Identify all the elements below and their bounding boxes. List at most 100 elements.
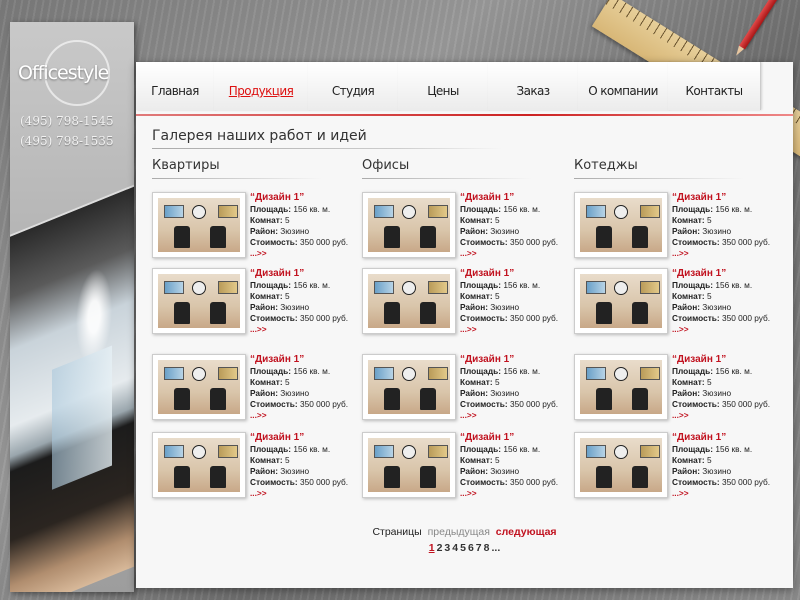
more-link[interactable]: ...>> bbox=[672, 248, 782, 259]
nav-tab-3[interactable]: Цены bbox=[398, 62, 489, 110]
district-value: Зюзино bbox=[280, 466, 310, 476]
price-label: Стоимость: bbox=[250, 477, 298, 487]
district-label: Район: bbox=[460, 466, 488, 476]
pager-label: Страницы bbox=[372, 526, 422, 538]
project-title-link[interactable]: “Дизайн 1” bbox=[460, 353, 570, 366]
page-number-link[interactable]: 7 bbox=[476, 542, 482, 554]
project-title-link[interactable]: “Дизайн 1” bbox=[672, 191, 782, 204]
project-thumbnail[interactable] bbox=[574, 192, 668, 258]
page-number-link[interactable]: 3 bbox=[444, 542, 450, 554]
district-label: Район: bbox=[250, 226, 278, 236]
project-card: “Дизайн 1” Площадь: 156 кв. м. Комнат: 5 Ра… bbox=[574, 432, 779, 498]
top-nav: Главная Продукция Студия Цены Заказ О компани… bbox=[136, 62, 793, 110]
district-value: Зюзино bbox=[280, 388, 310, 398]
title-underline bbox=[152, 148, 502, 149]
area-value: 156 кв. м. bbox=[715, 366, 753, 376]
district-value: Зюзино bbox=[702, 226, 732, 236]
column-underline bbox=[362, 178, 532, 179]
project-thumbnail[interactable] bbox=[152, 192, 246, 258]
nav-tab-label: Заказ bbox=[516, 84, 550, 98]
project-title-link[interactable]: “Дизайн 1” bbox=[250, 431, 360, 444]
nav-tab-1[interactable]: Продукция bbox=[214, 62, 309, 110]
area-label: Площадь: bbox=[672, 280, 714, 290]
project-info: “Дизайн 1” Площадь: 156 кв. м. Комнат: 5 Ра… bbox=[460, 353, 570, 421]
price-label: Стоимость: bbox=[672, 313, 720, 323]
project-thumbnail[interactable] bbox=[362, 432, 456, 498]
project-thumbnail[interactable] bbox=[152, 268, 246, 334]
more-link[interactable]: ...>> bbox=[672, 410, 782, 421]
area-value: 156 кв. м. bbox=[503, 280, 541, 290]
project-thumbnail[interactable] bbox=[152, 354, 246, 420]
price-value: 350 000 руб. bbox=[299, 399, 349, 409]
project-thumbnail[interactable] bbox=[362, 354, 456, 420]
more-link[interactable]: ...>> bbox=[672, 488, 782, 499]
page-title: Галерея наших работ и идей bbox=[152, 128, 367, 144]
area-label: Площадь: bbox=[250, 280, 292, 290]
more-link[interactable]: ...>> bbox=[250, 488, 360, 499]
rooms-label: Комнат: bbox=[250, 377, 283, 387]
rooms-label: Комнат: bbox=[250, 291, 283, 301]
page-number-link[interactable]: ... bbox=[491, 542, 500, 554]
page-number-link[interactable]: 2 bbox=[437, 542, 443, 554]
district-label: Район: bbox=[672, 388, 700, 398]
project-info: “Дизайн 1” Площадь: 156 кв. м. Комнат: 5 Ра… bbox=[250, 431, 360, 499]
project-title-link[interactable]: “Дизайн 1” bbox=[250, 353, 360, 366]
project-thumbnail[interactable] bbox=[152, 432, 246, 498]
column-title: Офисы bbox=[362, 158, 410, 173]
area-value: 156 кв. м. bbox=[503, 366, 541, 376]
project-thumbnail[interactable] bbox=[574, 268, 668, 334]
project-thumbnail[interactable] bbox=[574, 354, 668, 420]
more-link[interactable]: ...>> bbox=[672, 324, 782, 335]
page-number-link[interactable]: 5 bbox=[460, 542, 466, 554]
more-link[interactable]: ...>> bbox=[250, 410, 360, 421]
rooms-value: 5 bbox=[494, 377, 500, 387]
column-title: Квартиры bbox=[152, 158, 220, 173]
pager-next-link[interactable]: следующая bbox=[496, 526, 557, 538]
column-underline bbox=[574, 178, 744, 179]
project-thumbnail[interactable] bbox=[362, 268, 456, 334]
area-label: Площадь: bbox=[250, 444, 292, 454]
nav-tab-4[interactable]: Заказ bbox=[488, 62, 579, 110]
rooms-value: 5 bbox=[494, 215, 500, 225]
page-number-link[interactable]: 1 bbox=[429, 542, 435, 554]
more-link[interactable]: ...>> bbox=[460, 248, 570, 259]
rooms-label: Комнат: bbox=[460, 291, 493, 301]
rooms-value: 5 bbox=[284, 291, 290, 301]
more-link[interactable]: ...>> bbox=[250, 324, 360, 335]
pager-prev-link[interactable]: предыдущая bbox=[428, 526, 490, 538]
price-label: Стоимость: bbox=[250, 313, 298, 323]
project-info: “Дизайн 1” Площадь: 156 кв. м. Комнат: 5 Ра… bbox=[250, 267, 360, 335]
page-number-link[interactable]: 4 bbox=[452, 542, 458, 554]
nav-tab-2[interactable]: Студия bbox=[308, 62, 399, 110]
page-number-link[interactable]: 6 bbox=[468, 542, 474, 554]
more-link[interactable]: ...>> bbox=[460, 410, 570, 421]
project-info: “Дизайн 1” Площадь: 156 кв. м. Комнат: 5 Ра… bbox=[672, 191, 782, 259]
project-title-link[interactable]: “Дизайн 1” bbox=[460, 431, 570, 444]
page-number-link[interactable]: 8 bbox=[484, 542, 490, 554]
project-title-link[interactable]: “Дизайн 1” bbox=[460, 267, 570, 280]
project-title-link[interactable]: “Дизайн 1” bbox=[672, 267, 782, 280]
price-value: 350 000 руб. bbox=[509, 399, 559, 409]
project-thumbnail[interactable] bbox=[362, 192, 456, 258]
project-title-link[interactable]: “Дизайн 1” bbox=[672, 353, 782, 366]
project-card: “Дизайн 1” Площадь: 156 кв. м. Комнат: 5 Ра… bbox=[152, 268, 357, 334]
nav-tab-0[interactable]: Главная bbox=[136, 62, 215, 110]
nav-tab-6[interactable]: Контакты bbox=[668, 62, 761, 110]
project-title-link[interactable]: “Дизайн 1” bbox=[672, 431, 782, 444]
nav-tab-5[interactable]: О компании bbox=[578, 62, 669, 110]
project-title-link[interactable]: “Дизайн 1” bbox=[250, 191, 360, 204]
area-value: 156 кв. м. bbox=[715, 280, 753, 290]
project-title-link[interactable]: “Дизайн 1” bbox=[250, 267, 360, 280]
more-link[interactable]: ...>> bbox=[250, 248, 360, 259]
rooms-value: 5 bbox=[706, 215, 712, 225]
price-value: 350 000 руб. bbox=[721, 237, 771, 247]
price-label: Стоимость: bbox=[672, 477, 720, 487]
project-thumbnail[interactable] bbox=[574, 432, 668, 498]
logo[interactable]: Officestyle bbox=[18, 62, 134, 84]
more-link[interactable]: ...>> bbox=[460, 488, 570, 499]
area-label: Площадь: bbox=[672, 366, 714, 376]
project-title-link[interactable]: “Дизайн 1” bbox=[460, 191, 570, 204]
district-label: Район: bbox=[672, 226, 700, 236]
rooms-label: Комнат: bbox=[672, 215, 705, 225]
more-link[interactable]: ...>> bbox=[460, 324, 570, 335]
